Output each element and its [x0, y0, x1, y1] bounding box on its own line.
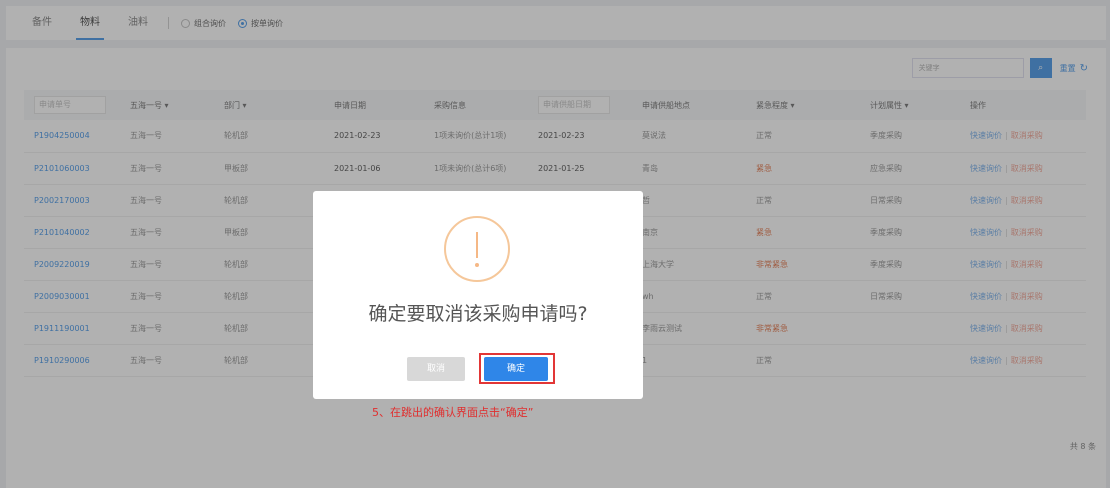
confirm-message: 确定要取消该采购申请吗?: [368, 303, 588, 325]
cancel-button[interactable]: 取消: [407, 357, 465, 381]
warning-icon: [444, 216, 510, 282]
confirm-dialog: 确定要取消该采购申请吗? 取消 确定: [313, 191, 643, 399]
confirm-button[interactable]: 确定: [484, 357, 548, 381]
instruction-annotation: 5、在跳出的确认界面点击“确定”: [372, 406, 534, 419]
